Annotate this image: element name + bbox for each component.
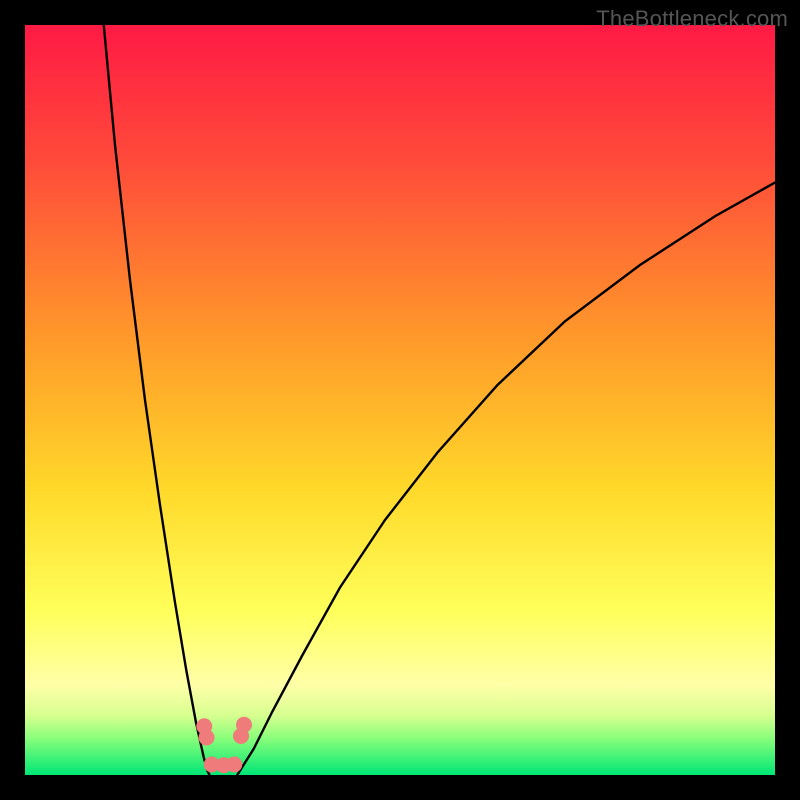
marker-left-lobe-upper <box>199 730 215 746</box>
chart-svg <box>25 25 775 775</box>
marker-valley-right <box>226 757 242 773</box>
chart-stage: TheBottleneck.com <box>0 0 800 800</box>
watermark-text: TheBottleneck.com <box>596 6 788 32</box>
marker-right-lobe-top <box>236 717 252 733</box>
chart-background <box>25 25 775 775</box>
